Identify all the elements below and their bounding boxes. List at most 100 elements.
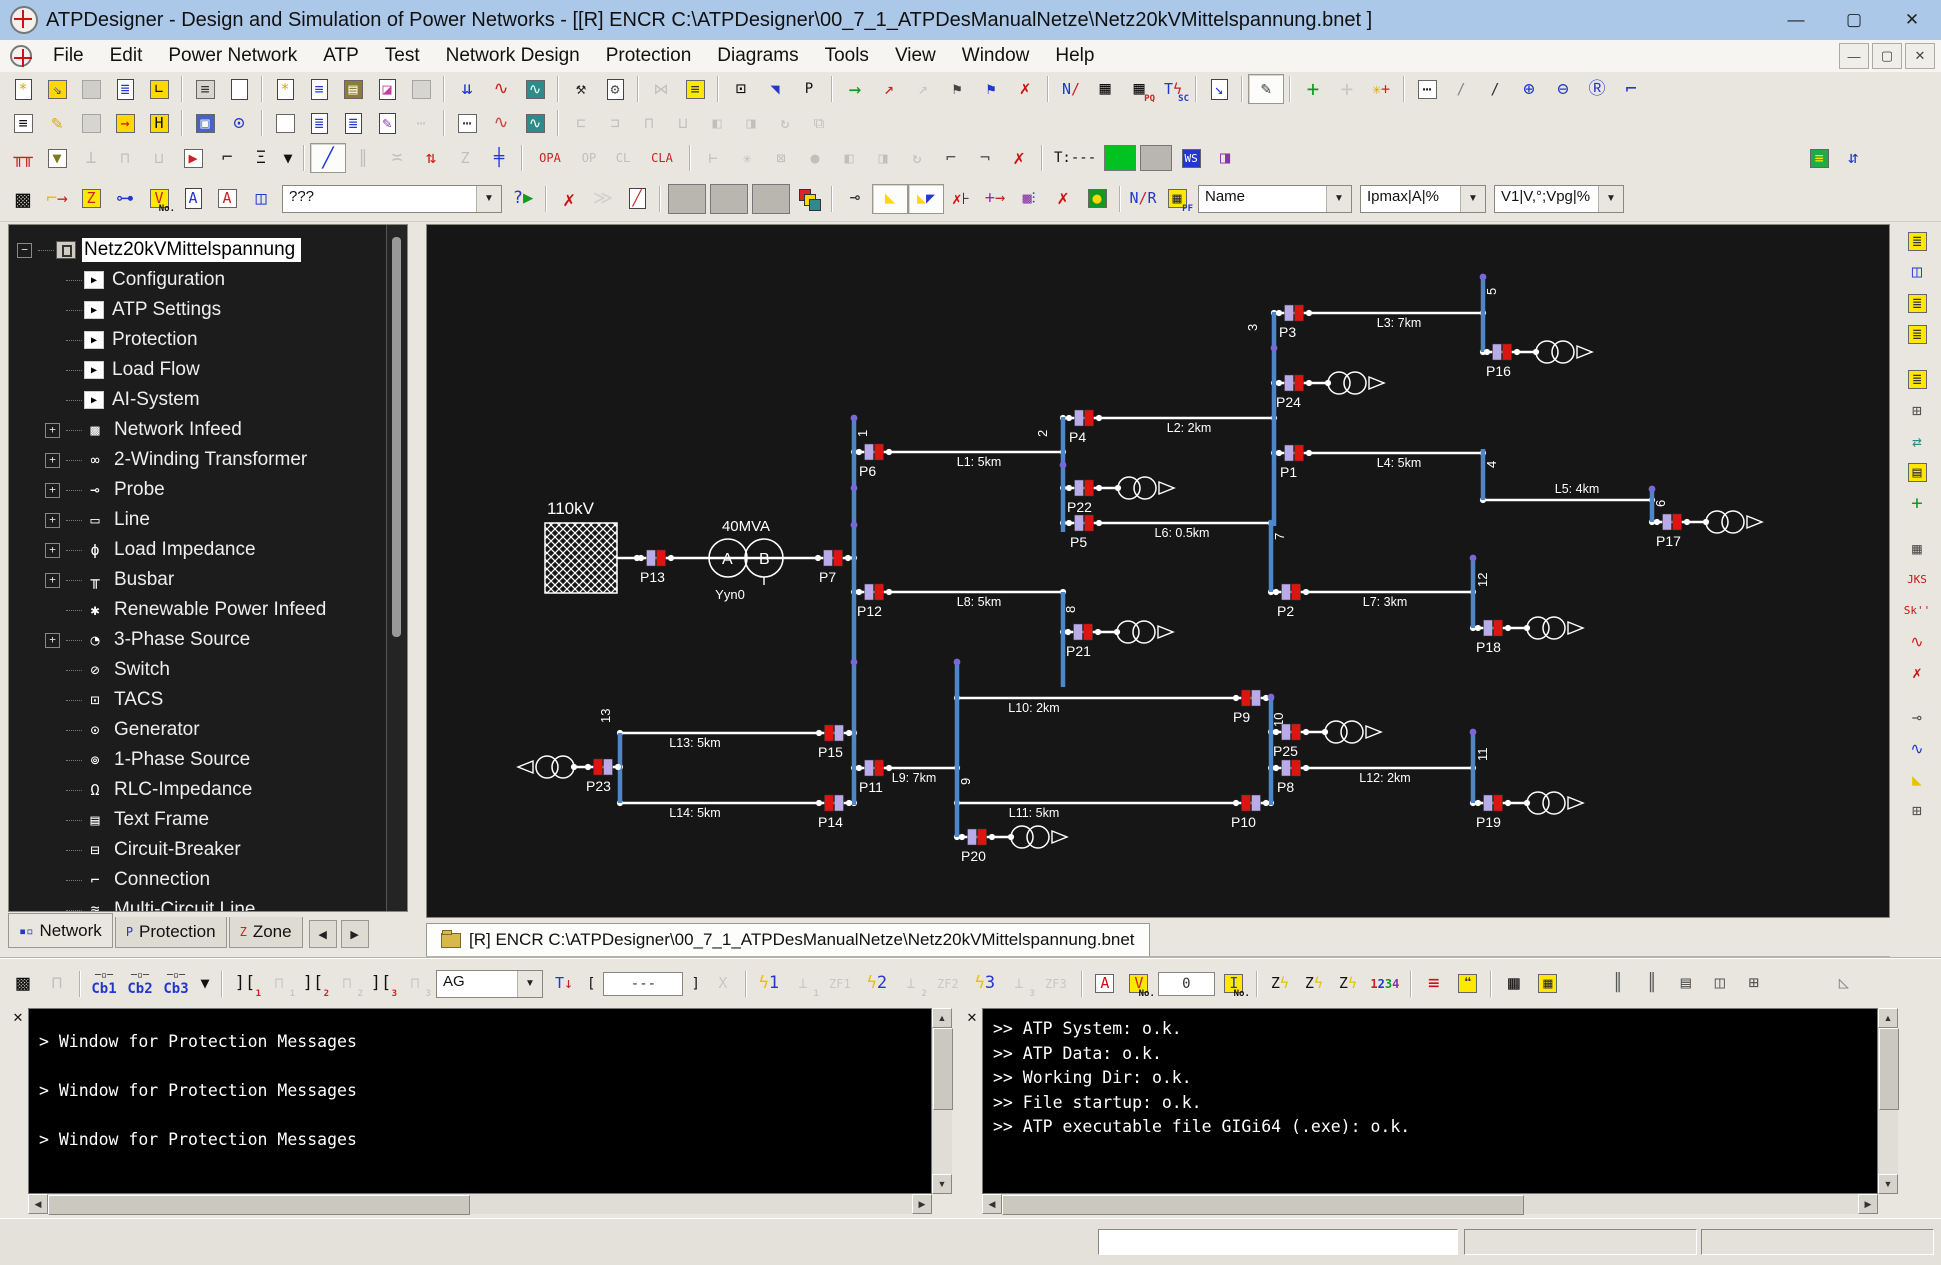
- chevron-down-icon[interactable]: ▼: [1598, 186, 1623, 212]
- probe-P19[interactable]: [1494, 795, 1503, 811]
- align-right-button[interactable]: ⊐: [598, 109, 632, 137]
- tree-item-probe[interactable]: +⊸Probe: [9, 475, 387, 505]
- expand-icon[interactable]: +: [45, 453, 60, 468]
- load-symbol[interactable]: [1133, 621, 1155, 643]
- fault-location-button[interactable]: T↓: [547, 970, 581, 998]
- grid-black-button[interactable]: ▦: [1497, 970, 1531, 998]
- list-red-button[interactable]: ≡: [1417, 970, 1451, 998]
- console-left-hscrollbar[interactable]: ◀ ▶: [28, 1194, 932, 1214]
- result-table-button[interactable]: ▦: [1088, 75, 1122, 103]
- align-top-button[interactable]: ⊓: [632, 109, 666, 137]
- no-report-button[interactable]: ╱: [620, 185, 654, 213]
- select-region-button[interactable]: ⌐: [1614, 75, 1648, 103]
- mdi-restore-button[interactable]: ▢: [1872, 43, 1902, 69]
- load-flow-node-button[interactable]: ⊸: [838, 185, 872, 213]
- scroll-up-icon[interactable]: ▲: [932, 1008, 952, 1028]
- comment-balloon-button[interactable]: ❝: [1451, 970, 1485, 998]
- edit-properties-button[interactable]: ✎: [40, 109, 74, 137]
- scroll-left-icon[interactable]: ◀: [28, 1194, 48, 1214]
- switch-dashed-button[interactable]: ⊔: [142, 144, 176, 172]
- mirror-element-v-button[interactable]: ◨: [866, 144, 900, 172]
- tab-network[interactable]: ▪▫Network: [8, 913, 113, 948]
- tree-scrollbar[interactable]: [386, 225, 407, 911]
- corner-tool-button[interactable]: ◺: [1827, 970, 1861, 998]
- protection-messages-output[interactable]: > Window for Protection Messages> Window…: [28, 1008, 932, 1194]
- load-symbol[interactable]: [536, 756, 558, 778]
- arrows-teal-button[interactable]: ⇄: [1900, 428, 1934, 454]
- probe-P25[interactable]: [1282, 724, 1291, 740]
- probe-P11[interactable]: [875, 760, 884, 776]
- load-symbol[interactable]: [1027, 826, 1049, 848]
- hscroll-thumb[interactable]: [1002, 1195, 1524, 1215]
- diagram-window-blue-button[interactable]: ◫: [1900, 259, 1934, 285]
- new-document-button[interactable]: *: [6, 75, 40, 103]
- probe-P20[interactable]: [978, 829, 987, 845]
- probe-P17[interactable]: [1673, 514, 1682, 530]
- probe-P3[interactable]: [1295, 305, 1304, 321]
- load-symbol[interactable]: [1344, 372, 1366, 394]
- fast-forward-button[interactable]: ≫: [586, 185, 620, 213]
- cla-mode-button[interactable]: CLA: [640, 144, 684, 172]
- window-edit-button[interactable]: ✎: [370, 109, 404, 137]
- lock-position-button[interactable]: ⊠: [764, 144, 798, 172]
- grid-yellow-button[interactable]: ▦: [1531, 970, 1565, 998]
- text-report-button[interactable]: A: [176, 185, 210, 213]
- probe-P15[interactable]: [825, 725, 834, 741]
- zone1-gray-button[interactable]: ⊥1: [786, 970, 820, 998]
- expand-icon[interactable]: +: [45, 513, 60, 528]
- vscroll-thumb[interactable]: [1879, 1028, 1899, 1110]
- transformer-zigzag-button[interactable]: Z: [448, 144, 482, 172]
- close-console-icon[interactable]: ✕: [13, 1010, 24, 1214]
- mirror-h-button[interactable]: ◧: [700, 109, 734, 137]
- fault-infeed-hatched-button[interactable]: ▩: [6, 970, 40, 998]
- report-list-3-button[interactable]: ≣: [1900, 321, 1934, 347]
- load-symbol[interactable]: [1543, 617, 1565, 639]
- step-back-button[interactable]: ¬: [968, 144, 1002, 172]
- expand-icon[interactable]: +: [45, 573, 60, 588]
- close-button[interactable]: ✕: [1883, 0, 1941, 40]
- zone2-gray-button[interactable]: ⊥2: [894, 970, 928, 998]
- check-network-n-button[interactable]: N/: [1054, 75, 1088, 103]
- collapse-icon[interactable]: −: [17, 243, 32, 258]
- mirror-element-h-button[interactable]: ◧: [832, 144, 866, 172]
- network-infeed-110kv[interactable]: [545, 523, 617, 593]
- phase-color-green-chip[interactable]: [1104, 145, 1136, 171]
- zoom-in-button[interactable]: ⊕: [1512, 75, 1546, 103]
- probe-P11[interactable]: [865, 760, 874, 776]
- tree-item-rlc-impedance[interactable]: +ΩRLC-Impedance: [9, 775, 387, 805]
- data-grid-button[interactable]: ⋯: [450, 109, 484, 137]
- probe-P4[interactable]: [1075, 410, 1084, 426]
- probe-P14[interactable]: [825, 795, 834, 811]
- voltage-numbering-button[interactable]: VNo.: [142, 185, 176, 213]
- scroll-down-icon[interactable]: ▼: [932, 1174, 952, 1194]
- probe-P5[interactable]: [1085, 515, 1094, 531]
- open-book-button[interactable]: ◫: [244, 185, 278, 213]
- load-symbol[interactable]: [1722, 511, 1744, 533]
- tree-item-tacs[interactable]: +⊡TACS: [9, 685, 387, 715]
- delete-item-button[interactable]: [404, 75, 438, 103]
- chevron-down-icon[interactable]: ▼: [1326, 186, 1351, 212]
- counter-field[interactable]: 0: [1158, 972, 1215, 996]
- node-connector-button[interactable]: ⊢: [696, 144, 730, 172]
- breaker-3-gray-button[interactable]: ⊓3: [398, 970, 432, 998]
- form-view-button[interactable]: ◫: [1703, 970, 1737, 998]
- step-function-button[interactable]: ⌐→: [40, 185, 74, 213]
- tree-item-network-infeed[interactable]: +▩Network Infeed: [9, 415, 387, 445]
- save-view-button[interactable]: ▣: [188, 109, 222, 137]
- zoom-out-button[interactable]: ⊖: [1546, 75, 1580, 103]
- jks-short-circuit-button[interactable]: JKS: [1900, 566, 1934, 592]
- mdi-minimize-button[interactable]: —: [1839, 43, 1869, 69]
- cascade-colors[interactable]: [792, 185, 826, 213]
- zone3-gray-button[interactable]: ⊥3: [1002, 970, 1036, 998]
- cb-dropdown-button[interactable]: ▼: [194, 970, 216, 998]
- component-settings-button[interactable]: ⚙: [598, 75, 632, 103]
- voltage-numbers-button[interactable]: VNo.: [1122, 970, 1156, 998]
- menu-item-view[interactable]: View: [882, 45, 949, 67]
- probe-P23[interactable]: [594, 759, 603, 775]
- probe-P16[interactable]: [1493, 344, 1502, 360]
- zone1-trip-button[interactable]: ϟ1: [752, 970, 786, 998]
- expand-icon[interactable]: +: [45, 543, 60, 558]
- check-line-gray-button[interactable]: ↗: [906, 75, 940, 103]
- coupling-element-button[interactable]: ≍: [380, 144, 414, 172]
- probe-P7[interactable]: [834, 550, 843, 566]
